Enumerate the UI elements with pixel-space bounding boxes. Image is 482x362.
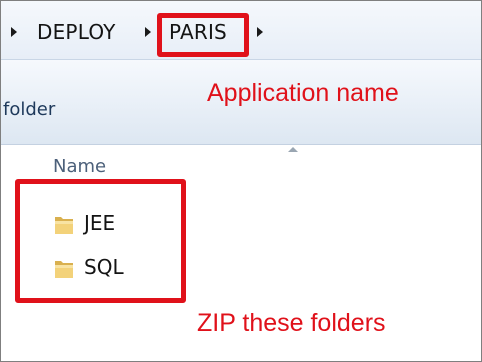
new-folder-button[interactable]: folder (3, 100, 55, 120)
breadcrumb-chevron-icon[interactable] (257, 27, 263, 37)
annotation-box-folders (15, 179, 186, 303)
explorer-window: DEPLOY PARIS folder Name JEE SQL Applica… (0, 0, 482, 362)
breadcrumb-chevron-icon[interactable] (145, 27, 151, 37)
column-header-name[interactable]: Name (53, 157, 106, 177)
breadcrumb-item-deploy[interactable]: DEPLOY (37, 21, 116, 43)
annotation-application-name: Application name (207, 79, 399, 107)
annotation-box-app-name (157, 13, 249, 57)
breadcrumb-chevron-icon[interactable] (11, 27, 17, 37)
sort-ascending-icon (288, 147, 298, 152)
annotation-zip-these-folders: ZIP these folders (197, 309, 386, 337)
